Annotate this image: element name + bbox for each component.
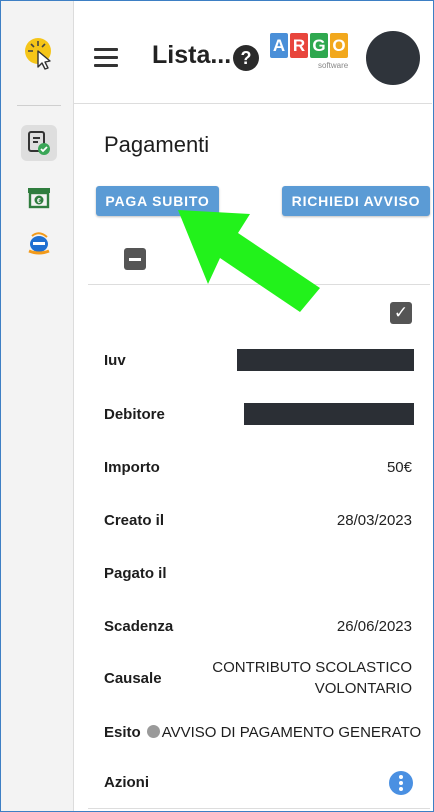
request-notice-button[interactable]: RICHIEDI AVVISO bbox=[282, 186, 430, 216]
page-title: Pagamenti bbox=[104, 132, 210, 157]
importo-value: 50€ bbox=[386, 459, 412, 476]
cursor-click-logo-icon[interactable] bbox=[23, 37, 57, 71]
scadenza-label: Scadenza bbox=[104, 618, 174, 635]
debitore-redacted-value bbox=[244, 403, 414, 425]
ie-browser-icon[interactable] bbox=[21, 225, 57, 261]
cash-register-icon[interactable]: € bbox=[21, 179, 57, 215]
divider bbox=[88, 808, 430, 809]
causale-value: CONTRIBUTO SCOLASTICO VOLONTARIO bbox=[212, 657, 412, 699]
esito-value: AVVISO DI PAGAMENTO GENERATO bbox=[161, 724, 422, 741]
svg-text:€: € bbox=[37, 198, 41, 205]
collapse-checkbox[interactable] bbox=[124, 248, 146, 270]
esito-label: Esito bbox=[104, 724, 141, 741]
brand-letter: R bbox=[290, 33, 308, 58]
causale-line: CONTRIBUTO SCOLASTICO bbox=[212, 659, 412, 676]
select-checkbox[interactable]: ✓ bbox=[390, 302, 412, 324]
creato-value: 28/03/2023 bbox=[336, 512, 412, 529]
app-title: Lista... bbox=[152, 41, 232, 69]
side-rail: € bbox=[1, 1, 74, 811]
status-dot-icon bbox=[146, 725, 160, 738]
brand-subtitle: software bbox=[318, 61, 349, 70]
causale-line: VOLONTARIO bbox=[314, 680, 412, 697]
esito-row: Esito AVVISO DI PAGAMENTO GENERATO bbox=[104, 724, 421, 741]
divider bbox=[88, 284, 430, 285]
brand-letter: O bbox=[330, 33, 348, 58]
iuv-label: Iuv bbox=[104, 352, 126, 369]
scadenza-value: 26/06/2023 bbox=[336, 618, 412, 635]
creato-label: Creato il bbox=[104, 512, 165, 529]
pay-now-button[interactable]: PAGA SUBITO bbox=[96, 186, 219, 216]
azioni-label: Azioni bbox=[104, 774, 149, 791]
pagato-label: Pagato il bbox=[104, 565, 167, 582]
iuv-redacted-value bbox=[237, 349, 414, 371]
menu-icon[interactable] bbox=[94, 48, 118, 67]
argo-logo: A R G O software bbox=[270, 33, 350, 79]
importo-label: Importo bbox=[104, 459, 160, 476]
causale-label: Causale bbox=[104, 670, 162, 687]
debitore-label: Debitore bbox=[104, 406, 165, 423]
app-bar: Lista... ? A R G O software bbox=[74, 1, 432, 104]
more-vert-icon[interactable] bbox=[389, 771, 413, 795]
help-icon[interactable]: ? bbox=[233, 45, 259, 71]
avatar[interactable] bbox=[366, 31, 420, 85]
brand-letter: A bbox=[270, 33, 288, 58]
brand-letter: G bbox=[310, 33, 328, 58]
rail-divider bbox=[17, 105, 61, 106]
receipt-check-icon[interactable] bbox=[21, 125, 57, 161]
